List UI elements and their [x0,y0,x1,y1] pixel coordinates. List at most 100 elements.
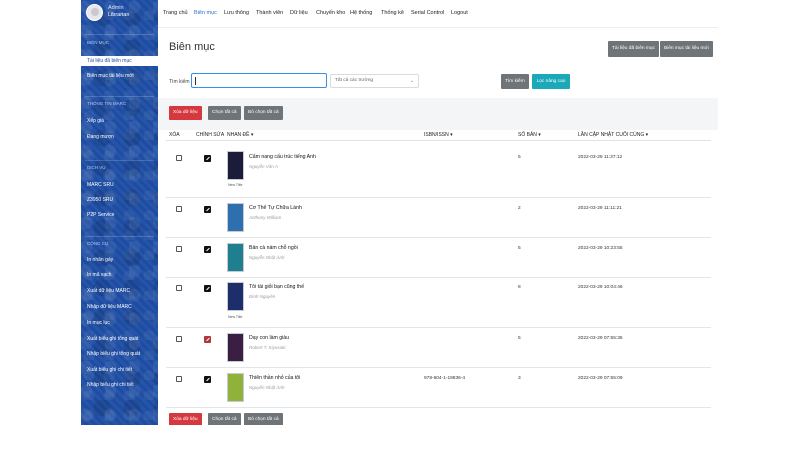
topnav-serial-control[interactable]: Serial Control [411,10,444,16]
cover-caption: New Title [228,315,243,319]
table-row [166,198,711,238]
copies-cell: 5 [518,246,521,251]
row-delete-checkbox[interactable] [176,336,182,342]
topnav-data[interactable]: Dữ liệu [290,10,308,16]
table-row [166,328,711,368]
select-all-button[interactable]: Chọn tất cả [208,106,241,120]
sidebar-item-new-catalog[interactable]: Biên mục tài liệu mới [81,71,158,81]
search-input[interactable] [191,73,327,88]
sidebar-item-print-catalog[interactable]: In mục lục [81,318,158,328]
delete-data-button[interactable]: Xóa dữ liệu [169,106,202,120]
row-delete-checkbox[interactable] [176,285,182,291]
delete-data-button-bottom[interactable]: Xóa dữ liệu [169,413,202,425]
sidebar-section-title: Dịch vụ [87,165,106,170]
book-cover-image [227,151,244,180]
user-role: Librarian [108,12,130,18]
book-title-link[interactable]: Thiên thần nhỏ của tôi [249,375,300,381]
sidebar-item-shelving[interactable]: Xếp giá [81,116,158,126]
field-select[interactable]: Tất cả các trường ⌄ [330,74,419,88]
table-row [166,141,711,198]
field-select-value: Tất cả các trường [335,78,374,83]
column-header-delete: XÓA [169,132,180,138]
book-title-link[interactable]: Cơ Thể Tự Chữa Lành [249,205,302,211]
advanced-filter-button[interactable]: Lọc nâng cao [532,74,570,89]
search-button[interactable]: Tìm kiếm [501,74,529,89]
book-title-link[interactable]: Dạy con làm giàu [249,335,289,341]
copies-cell: 8 [518,285,521,290]
row-delete-checkbox[interactable] [176,376,182,382]
topnav-members[interactable]: Thành viên [256,10,283,16]
copies-cell: 5 [518,336,521,341]
topnav-logout[interactable]: Logout [451,10,468,16]
sidebar-item-export-detail-record[interactable]: Xuất biểu ghi chi tiết [81,365,158,375]
sidebar: Admin Librarian Biên mục Tài liệu đã biê… [81,0,158,425]
book-title-link[interactable]: Bản cà nám chỗ ngồi [249,245,298,251]
copies-cell: 5 [518,155,521,160]
isbn-cell: 978-604-1-19836-4 [424,376,466,381]
sidebar-item-export-marc[interactable]: Xuất dữ liệu MARC [81,286,158,296]
column-header-updated[interactable]: LẦN CẬP NHẬT CUỐI CÙNG ▾ [578,132,648,138]
topnav-transfer[interactable]: Chuyển kho [316,10,345,16]
user-panel: Admin Librarian [81,0,158,30]
sidebar-item-z3950-sru[interactable]: Z3950 SRU [81,195,158,205]
updated-cell: 2022-03-29 10:23:55 [578,246,623,251]
book-author: Nguyễn Nhật Ánh [249,385,285,390]
book-title-link[interactable]: Cẩm nang cấu trúc tiếng Anh [249,154,316,160]
sidebar-section-title: Công cụ [87,241,109,246]
new-catalog-button[interactable]: Biên mục tài liệu mới [660,41,713,57]
row-delete-checkbox[interactable] [176,206,182,212]
row-delete-checkbox[interactable] [176,246,182,252]
column-header-copies[interactable]: SỐ BẢN ▾ [518,132,541,138]
sidebar-item-export-general-record[interactable]: Xuất biểu ghi tổng quát [81,334,158,344]
book-title-link[interactable]: Tôi tài giỏi bạn cũng thế [249,284,304,290]
sidebar-item-import-general-record[interactable]: Nhập biểu ghi tổng quát [81,349,158,359]
column-header-isbn[interactable]: ISBN/ISSN ▾ [424,132,453,138]
sidebar-item-print-spine-label[interactable]: In nhãn gáy [81,255,158,265]
updated-cell: 2022-03-29 07:55:35 [578,336,623,341]
topnav-home[interactable]: Trang chủ [163,10,188,16]
topnav-circulation[interactable]: Lưu thông [224,10,249,16]
updated-cell: 2022-03-29 11:37:12 [578,155,623,160]
topnav-statistics[interactable]: Thống kê [381,10,404,16]
search-label: Tìm kiếm [169,79,190,85]
deselect-all-button-bottom[interactable]: Bỏ chọn tất cả [244,413,283,425]
column-header-title[interactable]: NHAN ĐỀ ▾ [227,132,253,138]
sidebar-item-p2p-service[interactable]: P2P Service [81,210,158,220]
sidebar-item-import-marc[interactable]: Nhập dữ liệu MARC [81,302,158,312]
sidebar-item-marc-sru[interactable]: MARC SRU [81,180,158,190]
deselect-all-button[interactable]: Bỏ chọn tất cả [244,106,283,120]
edit-icon[interactable] [204,155,211,162]
sidebar-item-catalogued-docs[interactable]: Tài liệu đã biên mục [81,56,158,66]
chevron-down-icon: ⌄ [409,78,414,84]
topnav-cataloging[interactable]: Biên mục [194,10,217,16]
sidebar-section-title: Thông tin MARC [87,101,127,106]
edit-icon[interactable] [204,285,211,292]
edit-icon[interactable] [204,206,211,213]
book-cover-image [227,243,244,272]
select-all-button-bottom[interactable]: Chọn tất cả [208,413,241,425]
book-cover-image [227,333,244,362]
app-window: Admin Librarian Biên mục Tài liệu đã biê… [81,0,718,425]
divider [85,34,154,35]
book-cover-image [227,282,244,311]
column-header-edit: CHỈNH SỬA [196,132,225,138]
book-author: Nguyễn Văn A [249,164,278,169]
edit-icon[interactable] [204,246,211,253]
book-author: Anthony William [249,215,282,220]
row-delete-checkbox[interactable] [176,155,182,161]
copies-cell: 2 [518,206,521,211]
sidebar-item-import-detail-record[interactable]: Nhập biểu ghi chi tiết [81,380,158,390]
topnav-system[interactable]: Hệ thống [350,10,372,16]
page-title: Biên mục [169,41,215,53]
avatar[interactable] [86,4,103,21]
sidebar-item-borrowed[interactable]: Đang mượn [81,132,158,142]
catalogued-docs-button[interactable]: Tài liệu đã biên mục [608,41,659,57]
top-navbar: Trang chủ Biên mục Lưu thông Thành viên … [158,0,718,28]
edit-icon[interactable] [204,336,211,343]
copies-cell: 3 [518,376,521,381]
sidebar-item-print-barcode[interactable]: In mã vạch [81,270,158,280]
divider [85,96,154,97]
edit-icon[interactable] [204,376,211,383]
book-author: Robert T. Kiyosaki [249,345,286,350]
book-cover-image [227,203,244,232]
